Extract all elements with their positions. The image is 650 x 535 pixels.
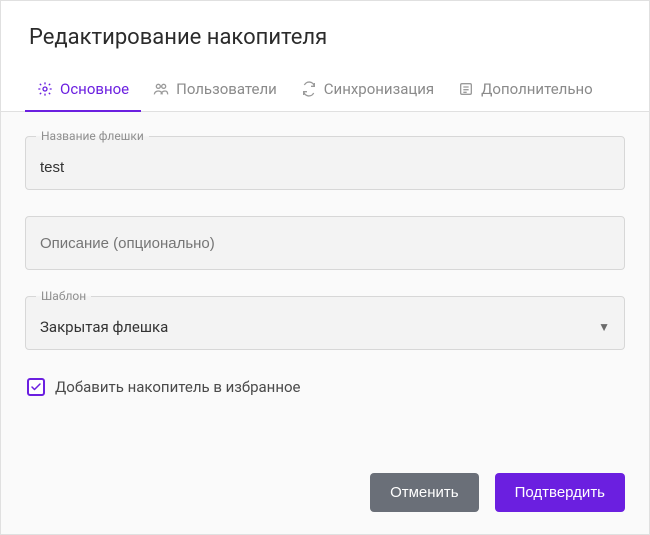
tab-panel-main: Название флешки Шаблон Закрытая флешка ▼… — [1, 112, 649, 453]
cancel-button[interactable]: Отменить — [370, 473, 479, 512]
tab-label: Дополнительно — [481, 80, 593, 98]
name-field-label: Название флешки — [36, 129, 149, 143]
confirm-button[interactable]: Подтвердить — [495, 473, 625, 512]
name-input[interactable] — [40, 159, 610, 176]
tabs: Основное Пользователи Синхронизация Допо… — [1, 70, 649, 112]
dialog-title: Редактирование накопителя — [1, 1, 649, 70]
favorite-checkbox-row[interactable]: Добавить накопитель в избранное — [25, 376, 625, 398]
tab-users[interactable]: Пользователи — [141, 70, 289, 112]
users-icon — [153, 81, 169, 97]
template-select[interactable]: Шаблон Закрытая флешка ▼ — [25, 296, 625, 350]
tab-sync[interactable]: Синхронизация — [289, 70, 446, 112]
name-field[interactable]: Название флешки — [25, 136, 625, 190]
template-field-label: Шаблон — [36, 289, 91, 303]
description-input[interactable] — [40, 235, 610, 252]
favorite-checkbox-label: Добавить накопитель в избранное — [55, 378, 301, 396]
gear-icon — [37, 81, 53, 97]
chevron-down-icon: ▼ — [598, 320, 610, 334]
description-field[interactable] — [25, 216, 625, 270]
tab-extra[interactable]: Дополнительно — [446, 70, 605, 112]
tab-main[interactable]: Основное — [25, 70, 141, 112]
tab-label: Синхронизация — [324, 80, 434, 98]
list-icon — [458, 81, 474, 97]
template-select-value: Закрытая флешка — [40, 318, 598, 336]
tab-label: Основное — [60, 80, 129, 98]
tab-label: Пользователи — [176, 80, 277, 98]
edit-storage-dialog: Редактирование накопителя Основное Польз… — [0, 0, 650, 535]
sync-icon — [301, 81, 317, 97]
favorite-checkbox[interactable] — [27, 378, 45, 396]
dialog-actions: Отменить Подтвердить — [1, 453, 649, 534]
